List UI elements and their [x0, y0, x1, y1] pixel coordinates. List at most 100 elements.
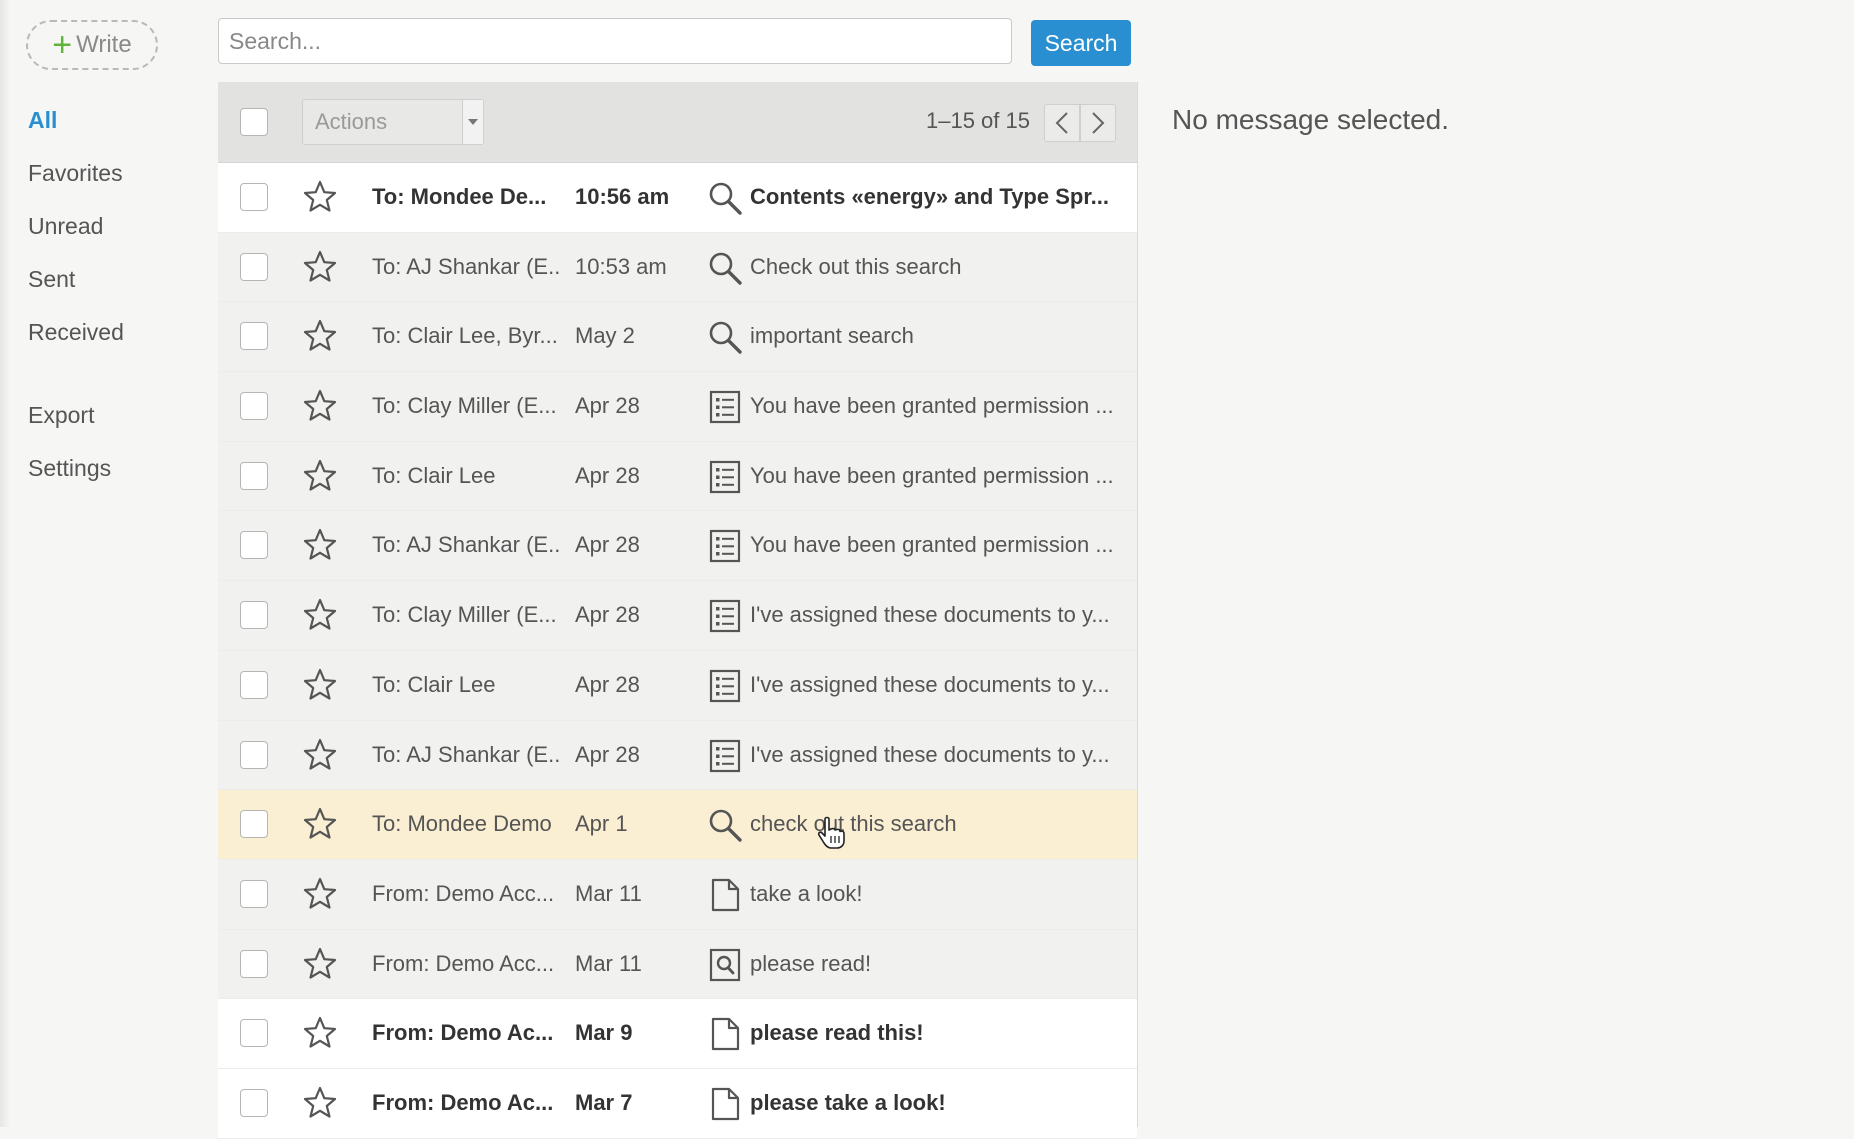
message-date: Apr 1 [575, 811, 628, 837]
actions-dropdown[interactable]: Actions [302, 99, 484, 145]
sidebar-item-sent[interactable]: Sent [28, 259, 178, 312]
search-button[interactable]: Search [1031, 20, 1131, 66]
message-date: May 2 [575, 323, 635, 349]
message-recipient: To: Clair Lee [372, 462, 496, 488]
message-subject: I've assigned these documents to y... [750, 741, 1110, 767]
pagination-count: 1–15 of 15 [926, 108, 1030, 133]
message-checkbox[interactable] [240, 252, 268, 281]
actions-dropdown-label: Actions [315, 109, 388, 134]
star-icon[interactable] [302, 1015, 338, 1051]
sidebar-item-settings[interactable]: Settings [28, 448, 178, 501]
search-input[interactable] [218, 18, 1012, 64]
message-checkbox[interactable] [240, 601, 268, 630]
document-icon [711, 1087, 740, 1121]
message-subject: I've assigned these documents to y... [750, 602, 1110, 628]
message-row[interactable]: To: AJ Shankar (E... 10:53 am Check out th… [218, 232, 1137, 303]
message-row[interactable]: To: Mondee Demo Apr 1 check out this searc… [218, 790, 1137, 860]
message-date: Mar 11 [575, 880, 642, 906]
message-subject: Check out this search [750, 253, 962, 279]
message-row[interactable]: From: Demo Ac... Mar 7 please take a look! [218, 1068, 1137, 1139]
chevron-left-icon [1055, 112, 1068, 134]
list-icon [709, 600, 741, 633]
document-icon [711, 878, 740, 911]
message-date: Apr 28 [575, 602, 640, 628]
message-checkbox[interactable] [240, 392, 268, 421]
next-page-button[interactable] [1080, 104, 1116, 142]
star-icon[interactable] [302, 597, 338, 633]
star-icon[interactable] [302, 179, 338, 215]
message-checkbox[interactable] [240, 949, 268, 978]
write-button-label: Write [76, 31, 132, 58]
message-row[interactable]: To: Clay Miller (E... Apr 28 You have been… [218, 372, 1137, 442]
message-subject: You have been granted permission ... [750, 393, 1114, 419]
message-checkbox[interactable] [240, 461, 268, 490]
message-subject: You have been granted permission ... [750, 532, 1114, 558]
hand-pointer-cursor-icon [817, 816, 845, 849]
message-checkbox[interactable] [240, 322, 268, 351]
message-subject: take a look! [750, 880, 863, 906]
message-checkbox[interactable] [240, 810, 268, 839]
star-icon[interactable] [302, 388, 338, 424]
sidebar-item-received[interactable]: Received [28, 312, 178, 365]
message-row[interactable]: To: AJ Shankar (E... Apr 28 I've assigned … [218, 720, 1137, 791]
message-recipient: To: Mondee De... [372, 184, 547, 209]
message-checkbox[interactable] [240, 670, 268, 699]
search-icon [709, 322, 742, 355]
star-icon[interactable] [302, 737, 338, 773]
message-recipient: To: AJ Shankar (E... [372, 741, 562, 767]
search-icon [709, 809, 742, 842]
search-icon [709, 252, 742, 285]
sidebar-item-export[interactable]: Export [28, 395, 178, 448]
message-row[interactable]: From: Demo Ac... Mar 9 please read this! [218, 999, 1137, 1069]
message-row[interactable]: From: Demo Acc... Mar 11 take a look! [218, 859, 1137, 930]
search-icon [709, 182, 742, 215]
sidebar-item-favorites[interactable]: Favorites [28, 153, 178, 206]
list-toolbar: Actions 1–15 of 15 [218, 82, 1137, 163]
message-checkbox[interactable] [240, 1088, 268, 1117]
message-date: Apr 28 [575, 741, 640, 767]
star-icon[interactable] [302, 806, 338, 842]
message-checkbox[interactable] [240, 183, 268, 211]
message-row[interactable]: To: Mondee De... 10:56 am Contents «energy… [218, 163, 1137, 233]
message-row[interactable]: To: Clay Miller (E... Apr 28 I've assigned… [218, 581, 1137, 651]
sidebar-item-unread[interactable]: Unread [28, 206, 178, 259]
select-all-checkbox[interactable] [240, 108, 268, 136]
message-row[interactable]: To: Clair Lee Apr 28 You have been granted… [218, 441, 1137, 512]
message-row[interactable]: From: Demo Acc... Mar 11 please read! [218, 929, 1137, 1000]
previous-page-button[interactable] [1044, 104, 1080, 142]
star-icon[interactable] [302, 876, 338, 912]
document-icon [711, 1018, 740, 1051]
star-icon[interactable] [302, 1085, 338, 1121]
message-recipient: To: AJ Shankar (E... [372, 532, 562, 558]
message-row[interactable]: To: Clair Lee Apr 28 I've assigned these d… [218, 650, 1137, 721]
star-icon[interactable] [302, 946, 338, 982]
sidebar-item-all[interactable]: All [28, 100, 178, 153]
message-recipient: From: Demo Ac... [372, 1020, 554, 1046]
star-icon[interactable] [302, 458, 338, 494]
message-row[interactable]: To: AJ Shankar (E... Apr 28 You have been … [218, 511, 1137, 582]
star-icon[interactable] [302, 249, 338, 285]
message-date: Apr 28 [575, 671, 640, 697]
message-checkbox[interactable] [240, 879, 268, 908]
message-list-panel: Actions 1–15 of 15 To: Mondee De... 10:56… [218, 82, 1138, 1139]
star-icon[interactable] [302, 318, 338, 354]
message-subject: I've assigned these documents to y... [750, 671, 1110, 697]
message-subject: important search [750, 323, 914, 349]
message-recipient: To: Clay Miller (E... [372, 393, 557, 419]
star-icon[interactable] [302, 527, 338, 563]
left-edge-shadow [0, 0, 10, 1127]
sidebar: All Favorites Unread Sent Received Export Set… [28, 100, 178, 501]
list-icon [709, 390, 741, 424]
message-checkbox[interactable] [240, 531, 268, 560]
message-date: Apr 28 [575, 462, 640, 488]
message-recipient: To: Clay Miller (E... [372, 602, 557, 628]
write-button[interactable]: + Write [26, 20, 158, 70]
star-icon[interactable] [302, 667, 338, 703]
message-subject: please read! [750, 950, 872, 976]
message-date: Apr 28 [575, 532, 640, 558]
message-checkbox[interactable] [240, 740, 268, 769]
message-row[interactable]: To: Clair Lee, Byr... May 2 important sear… [218, 302, 1137, 373]
list-icon [709, 530, 741, 563]
message-date: Mar 9 [575, 1020, 633, 1046]
message-checkbox[interactable] [240, 1019, 268, 1048]
